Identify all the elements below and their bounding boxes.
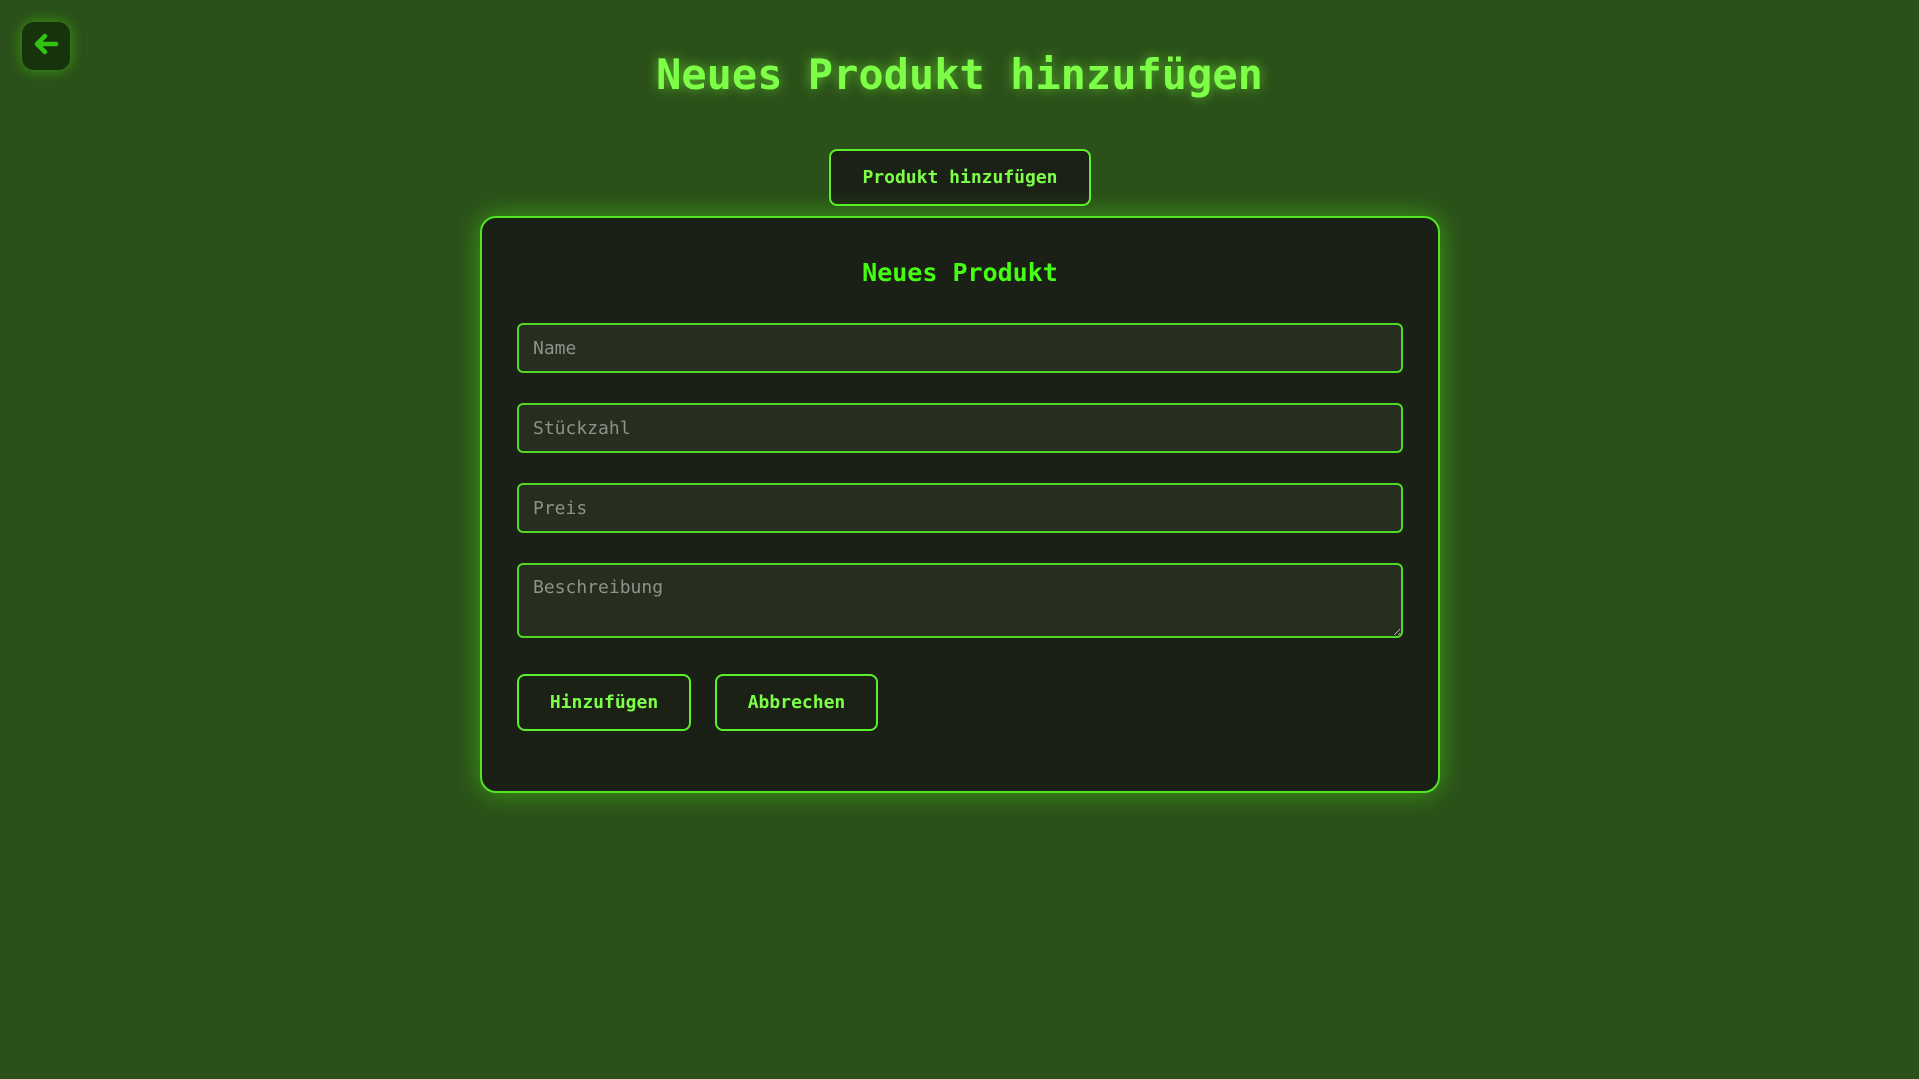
cancel-button[interactable]: Abbrechen <box>715 674 878 731</box>
add-product-form-card: Neues Produkt Hinzufügen Abbrechen <box>480 216 1440 793</box>
page-title: Neues Produkt hinzufügen <box>656 50 1263 99</box>
form-heading: Neues Produkt <box>862 258 1058 287</box>
quantity-input[interactable] <box>517 403 1403 453</box>
name-input[interactable] <box>517 323 1403 373</box>
price-input[interactable] <box>517 483 1403 533</box>
submit-button[interactable]: Hinzufügen <box>517 674 691 731</box>
description-textarea[interactable] <box>517 563 1403 638</box>
add-product-toggle-button[interactable]: Produkt hinzufügen <box>829 149 1091 206</box>
